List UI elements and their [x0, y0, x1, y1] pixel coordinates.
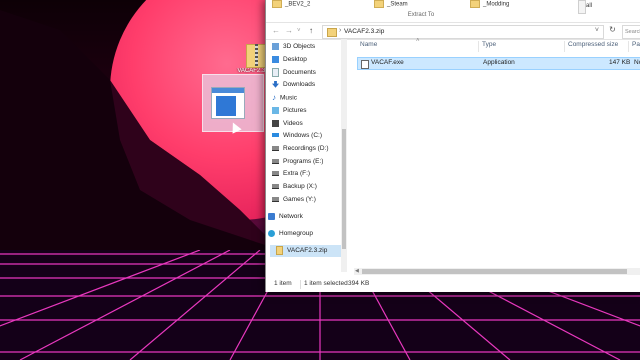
- back-arrow-icon[interactable]: ←: [272, 26, 280, 35]
- nav-item-pictures[interactable]: Pictures: [272, 105, 346, 117]
- homegroup-icon: [268, 229, 275, 237]
- column-divider[interactable]: [564, 41, 565, 52]
- file-type: Application: [483, 59, 515, 66]
- file-list: ˄ Name Type Compressed size Pa VACAF.exe…: [354, 38, 640, 272]
- zipper-icon: [255, 44, 258, 66]
- scrollbar-thumb[interactable]: [362, 269, 627, 274]
- ribbon-folder-modding[interactable]: _Modding: [470, 0, 509, 10]
- status-divider: [300, 280, 301, 289]
- navigation-pane: 3D Objects Desktop Documents Downloads ♪…: [266, 39, 348, 272]
- nav-item-desktop[interactable]: Desktop: [272, 54, 346, 66]
- nav-item-extra-f[interactable]: Extra (F:): [272, 168, 346, 180]
- file-explorer-window: _BEV2_2 _Steam _Modding all Extract To ←…: [265, 0, 640, 292]
- file-password: No: [634, 59, 640, 66]
- ribbon-folder-bev2[interactable]: _BEV2_2: [272, 0, 310, 10]
- nav-item-backup-x[interactable]: Backup (X:): [272, 181, 346, 193]
- ribbon-group-label: Extract To: [407, 12, 435, 18]
- scrollbar-thumb[interactable]: [342, 129, 346, 249]
- status-size: 394 KB: [348, 280, 370, 287]
- windows-drive-icon: [272, 133, 279, 138]
- folder-icon: [272, 0, 282, 8]
- nav-item-music[interactable]: ♪ Music: [272, 92, 346, 104]
- column-divider[interactable]: [628, 41, 629, 52]
- nav-item-homegroup[interactable]: Homegroup: [268, 228, 342, 240]
- column-header-name[interactable]: Name: [360, 41, 377, 48]
- drive-icon: [272, 145, 279, 151]
- nav-item-vacaf-zip[interactable]: VACAF2.3.zip: [270, 245, 346, 257]
- up-arrow-icon[interactable]: ↑: [309, 26, 313, 35]
- horizontal-scrollbar[interactable]: ◀: [354, 268, 640, 275]
- network-icon: [268, 212, 275, 220]
- column-header-compressed-size[interactable]: Compressed size: [568, 41, 618, 48]
- ribbon: _BEV2_2 _Steam _Modding all Extract To: [266, 0, 640, 23]
- chevron-down-icon[interactable]: ˅: [595, 27, 599, 34]
- search-input[interactable]: Search VA: [622, 25, 640, 39]
- status-selected: 1 item selected: [304, 280, 348, 287]
- nav-item-3d-objects[interactable]: 3D Objects: [272, 41, 346, 53]
- nav-item-games-y[interactable]: Games (Y:): [272, 194, 346, 206]
- music-icon: ♪: [272, 93, 276, 102]
- drive-icon: [272, 170, 279, 176]
- sort-ascending-icon: ˄: [416, 38, 420, 44]
- zip-folder-icon: [327, 28, 337, 37]
- videos-icon: [272, 119, 279, 127]
- pictures-icon: [272, 106, 279, 114]
- status-bar: 1 item 1 item selected 394 KB: [266, 276, 640, 292]
- folder-icon: [470, 0, 480, 8]
- file-name: VACAF.exe: [371, 59, 404, 66]
- nav-item-documents[interactable]: Documents: [272, 67, 346, 79]
- application-icon: [211, 87, 245, 119]
- nav-item-programs-e[interactable]: Programs (E:): [272, 156, 346, 168]
- scroll-left-icon[interactable]: ◀: [355, 268, 359, 274]
- nav-item-recordings-d[interactable]: Recordings (D:): [272, 143, 346, 155]
- recent-dropdown-icon[interactable]: ˅: [297, 28, 301, 34]
- exe-file-icon: [361, 60, 369, 69]
- folder-icon: [374, 0, 384, 8]
- navigation-scrollbar[interactable]: [341, 39, 347, 272]
- zip-folder-icon: [276, 245, 283, 255]
- desktop-icon: [272, 55, 279, 63]
- extract-all-button[interactable]: all: [586, 3, 592, 9]
- file-compressed-size: 147 KB: [609, 59, 631, 66]
- column-divider[interactable]: [478, 41, 479, 52]
- column-header-type[interactable]: Type: [482, 41, 496, 48]
- cube-icon: [272, 42, 279, 50]
- refresh-icon[interactable]: ↻: [606, 25, 619, 37]
- nav-item-network[interactable]: Network: [268, 211, 342, 223]
- column-header-password[interactable]: Pa: [632, 41, 640, 48]
- nav-item-windows-c[interactable]: Windows (C:): [272, 130, 346, 142]
- drive-icon: [272, 196, 279, 202]
- forward-arrow-icon[interactable]: →: [285, 26, 293, 35]
- address-path: VACAF2.3.zip: [344, 28, 385, 35]
- address-bar-row: ← → ˅ ↑ › VACAF2.3.zip ˅ ↻ Search VA: [266, 23, 640, 40]
- download-icon: [272, 80, 279, 88]
- drive-icon: [272, 183, 279, 189]
- nav-item-videos[interactable]: Videos: [272, 118, 346, 130]
- documents-icon: [272, 67, 279, 77]
- drive-icon: [272, 158, 279, 164]
- nav-item-downloads[interactable]: Downloads: [272, 79, 346, 91]
- ribbon-scroll-button[interactable]: [578, 0, 586, 14]
- address-bar[interactable]: › VACAF2.3.zip ˅: [322, 25, 604, 39]
- chevron-right-icon: ›: [339, 27, 342, 34]
- status-item-count: 1 item: [274, 280, 292, 287]
- ribbon-folder-steam[interactable]: _Steam: [374, 0, 408, 10]
- table-row[interactable]: VACAF.exe Application 147 KB No: [357, 57, 640, 70]
